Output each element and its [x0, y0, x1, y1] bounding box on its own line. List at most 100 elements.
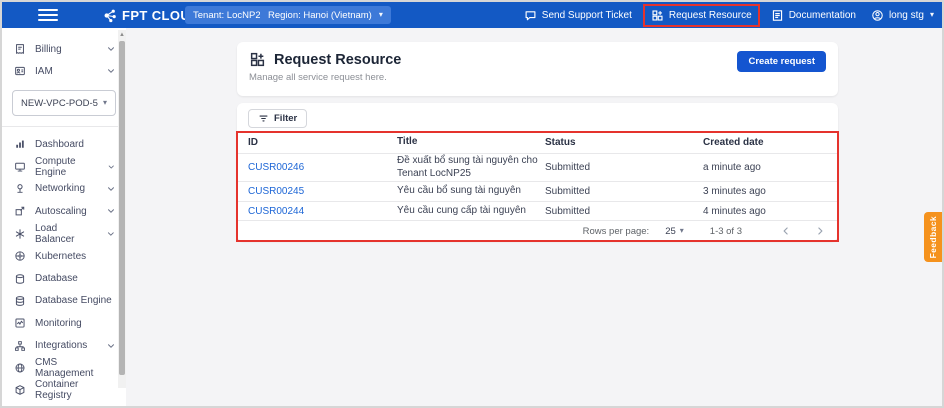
user-name-label: long stg	[889, 10, 924, 21]
autoscaling-icon	[14, 205, 26, 217]
scrollbar-thumb[interactable]	[119, 41, 125, 375]
request-table: ID Title Status Created date CUSR00246 Đ…	[237, 131, 838, 241]
kubernetes-icon	[14, 250, 26, 262]
sidebar-item-cms-management[interactable]: CMS Management	[2, 357, 126, 379]
request-title-cell: Yêu cầu bổ sung tài nguyên	[397, 185, 545, 198]
integrations-icon	[14, 340, 26, 352]
request-id-link[interactable]: CUSR00245	[248, 186, 304, 197]
sidebar-item-label: Compute Engine	[35, 156, 98, 178]
document-icon	[771, 9, 784, 22]
caret-down-icon: ▾	[379, 11, 383, 19]
send-support-ticket-link[interactable]: Send Support Ticket	[524, 9, 632, 22]
sidebar-item-container-registry[interactable]: Container Registry	[2, 379, 126, 401]
chevron-down-icon	[106, 44, 116, 54]
request-resource-icon	[249, 51, 266, 68]
send-support-ticket-label: Send Support Ticket	[542, 10, 632, 21]
dashboard-icon	[14, 138, 26, 150]
compute-engine-icon	[14, 161, 26, 173]
previous-page-icon[interactable]	[780, 225, 792, 237]
load-balancer-icon	[14, 228, 26, 240]
user-menu[interactable]: long stg ▾	[871, 9, 934, 22]
table-row: CUSR00244 Yêu cầu cung cấp tài nguyên Su…	[237, 202, 838, 221]
chevron-down-icon	[106, 184, 116, 194]
chevron-down-icon	[107, 162, 116, 172]
sidebar-scrollbar[interactable]: ▲	[118, 30, 126, 388]
sidebar-item-label: Networking	[35, 183, 85, 194]
status-cell: Submitted	[545, 206, 695, 217]
app-window: FPT CLOUD Tenant: LocNP25 ▾ Region: Hano…	[0, 0, 944, 408]
top-navbar: FPT CLOUD Tenant: LocNP25 ▾ Region: Hano…	[2, 2, 942, 28]
request-title-cell: Yêu cầu cung cấp tài nguyên	[397, 205, 545, 218]
cms-management-icon	[14, 362, 26, 374]
sidebar-item-networking[interactable]: Networking	[2, 178, 126, 200]
create-request-button[interactable]: Create request	[737, 51, 826, 72]
request-id-link[interactable]: CUSR00246	[248, 162, 304, 173]
fpt-logo-icon	[102, 8, 117, 23]
container-registry-icon	[14, 384, 26, 396]
sidebar-item-dashboard[interactable]: Dashboard	[2, 133, 126, 155]
sidebar-item-label: Billing	[35, 44, 62, 55]
sidebar-item-integrations[interactable]: Integrations	[2, 335, 126, 357]
billing-icon	[14, 43, 26, 55]
sidebar-item-compute-engine[interactable]: Compute Engine	[2, 155, 126, 177]
pagination-row: Rows per page: 25 ▾ 1-3 of 3	[237, 221, 838, 241]
scrollbar-up-arrow[interactable]: ▲	[118, 30, 126, 40]
sidebar-item-label: Container Registry	[35, 379, 116, 401]
sidebar-item-label: IAM	[35, 66, 53, 77]
feedback-tab[interactable]: Feedback	[924, 212, 942, 262]
sidebar-item-iam[interactable]: IAM	[2, 60, 126, 82]
status-cell: Submitted	[545, 162, 695, 173]
user-icon	[871, 9, 884, 22]
support-chat-icon	[524, 9, 537, 22]
created-date-cell: 4 minutes ago	[695, 206, 838, 217]
sidebar-item-label: Database	[35, 273, 78, 284]
rows-per-page-dropdown[interactable]: 25 ▾	[665, 226, 684, 237]
caret-down-icon: ▾	[680, 227, 684, 235]
sidebar-list: Dashboard Compute Engine Networking Auto…	[2, 133, 126, 402]
hamburger-menu-icon[interactable]	[38, 7, 58, 23]
chevron-down-icon	[106, 341, 116, 351]
rows-per-page-value: 25	[665, 226, 676, 237]
sidebar: Billing IAM NEW-VPC-POD-5 ▾ Dashboard Co…	[2, 28, 126, 406]
column-header-id: ID	[237, 137, 397, 148]
vpc-selector[interactable]: NEW-VPC-POD-5 ▾	[12, 90, 116, 116]
sidebar-item-kubernetes[interactable]: Kubernetes	[2, 245, 126, 267]
request-title-cell: Đề xuất bổ sung tài nguyên cho Tenant Lo…	[397, 155, 545, 180]
column-header-status: Status	[545, 137, 695, 148]
sidebar-item-database-engine[interactable]: Database Engine	[2, 290, 126, 312]
chevron-down-icon	[106, 229, 116, 239]
caret-down-icon: ▾	[103, 99, 107, 107]
table-header-row: ID Title Status Created date	[237, 131, 838, 154]
sidebar-item-label: Autoscaling	[35, 206, 87, 217]
request-table-card: Filter ID Title Status Created date CUSR…	[237, 103, 838, 241]
sidebar-item-load-balancer[interactable]: Load Balancer	[2, 223, 126, 245]
created-date-cell: 3 minutes ago	[695, 186, 838, 197]
next-page-icon[interactable]	[814, 225, 826, 237]
region-dropdown[interactable]: Region: Hanoi (Vietnam) ▾	[260, 6, 391, 24]
chevron-down-icon	[106, 206, 116, 216]
request-resource-label: Request Resource	[669, 10, 752, 21]
navbar-right-links: Send Support Ticket Request Resource Doc…	[524, 2, 934, 28]
main-content: Request Resource Manage all service requ…	[126, 28, 942, 406]
database-icon	[14, 273, 26, 285]
monitoring-icon	[14, 317, 26, 329]
request-resource-link[interactable]: Request Resource	[643, 4, 760, 27]
sidebar-item-label: Monitoring	[35, 318, 82, 329]
sidebar-item-monitoring[interactable]: Monitoring	[2, 312, 126, 334]
filter-button[interactable]: Filter	[248, 109, 307, 128]
database-engine-icon	[14, 295, 26, 307]
iam-icon	[14, 65, 26, 77]
sidebar-item-label: Kubernetes	[35, 251, 86, 262]
sidebar-item-autoscaling[interactable]: Autoscaling	[2, 200, 126, 222]
table-row: CUSR00246 Đề xuất bổ sung tài nguyên cho…	[237, 154, 838, 182]
request-id-link[interactable]: CUSR00244	[248, 206, 304, 217]
documentation-link[interactable]: Documentation	[771, 9, 856, 22]
sidebar-item-label: Load Balancer	[35, 223, 97, 245]
sidebar-item-database[interactable]: Database	[2, 267, 126, 289]
sidebar-item-billing[interactable]: Billing	[2, 38, 126, 60]
rows-per-page-label: Rows per page:	[583, 226, 650, 237]
filter-button-label: Filter	[274, 113, 297, 124]
sidebar-item-label: Integrations	[35, 340, 87, 351]
column-header-created-date: Created date	[695, 137, 838, 148]
page-title: Request Resource	[274, 52, 401, 68]
